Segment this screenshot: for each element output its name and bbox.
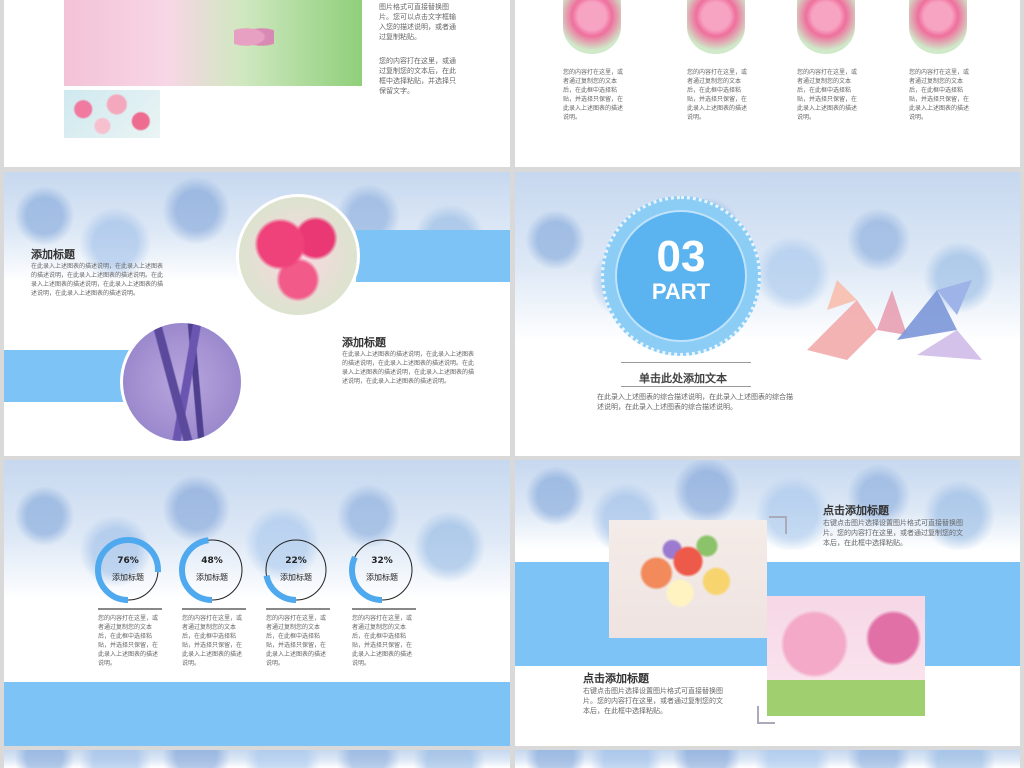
band-left [4, 350, 134, 402]
ring-percent: 48% [201, 556, 223, 566]
lavender-photo [120, 320, 244, 444]
subtitle-rule-top [621, 362, 751, 363]
peony-photo [236, 194, 360, 318]
floral-background [4, 750, 510, 768]
progress-ring-4 [349, 537, 415, 603]
ring-rule [182, 608, 246, 610]
slide-2[interactable]: 您的内容打在这里，或者通过复制您的文本后，在此框中选择粘贴，并选择只保留，在此录… [515, 0, 1020, 167]
butterfly-flower-photo [64, 0, 362, 86]
ring-description: 您的内容打在这里，或者通过复制您的文本后，在此框中选择粘贴，并选择只保留，在此录… [182, 615, 243, 667]
ring-description: 您的内容打在这里，或者通过复制您的文本后，在此框中选择粘贴，并选择只保留，在此录… [266, 615, 327, 667]
ring-rule [266, 608, 330, 610]
petal-image-2 [687, 0, 745, 54]
slide-8[interactable] [515, 750, 1020, 768]
butterfly-icon [234, 24, 274, 50]
ring-rule [352, 608, 416, 610]
petal-image-1 [563, 0, 621, 54]
body-1: 右键点击图片选择设置图片格式可直接替换图片。您的内容打在这里，或者通过复制您的文… [823, 519, 963, 547]
part-number: 03 [656, 232, 706, 281]
ring-label: 添加标题 [196, 573, 228, 582]
band-right [356, 230, 510, 282]
petal-image-3 [797, 0, 855, 54]
caption-1: 您的内容打在这里，或者通过复制您的文本后，在此框中选择粘贴，并选择只保留，在此录… [563, 69, 624, 121]
bouquet-photo [609, 520, 767, 638]
ring-percent: 22% [285, 556, 307, 566]
subtitle: 单击此处添加文本 [639, 372, 727, 385]
floral-background [515, 750, 1020, 768]
body-2: 在此录入上述图表的描述说明，在此录入上述图表的描述说明，在此录入上述图表的描述说… [342, 351, 475, 385]
floral-background [4, 460, 510, 600]
slide-6[interactable]: 点击添加标题 右键点击图片选择设置图片格式可直接替换图片。您的内容打在这里，或者… [515, 460, 1020, 746]
caption-2: 您的内容打在这里，或者通过复制您的文本后，在此框中选择粘贴，并选择只保留，在此录… [687, 69, 748, 121]
bottom-band [4, 682, 510, 746]
ring-label: 添加标题 [112, 573, 144, 582]
part-label: PART [651, 279, 711, 304]
progress-ring-3 [263, 537, 329, 603]
slide-5[interactable]: 76% 添加标题您的内容打在这里，或者通过复制您的文本后，在此框中选择粘贴，并选择… [4, 460, 510, 746]
ring-rule [98, 608, 162, 610]
title-1: 点击添加标题 [823, 504, 889, 517]
body-1: 在此录入上述图表的描述说明，在此录入上述图表的描述说明，在此录入上述图表的描述说… [31, 263, 164, 297]
bracket-top-right [769, 516, 787, 534]
caption-4: 您的内容打在这里，或者通过复制您的文本后，在此框中选择粘贴，并选择只保留，在此录… [909, 69, 970, 121]
slide-4[interactable]: 03 PART 单击此处添加文本 在此录入上述图表的综合描述说明，在此录入上述图… [515, 172, 1020, 456]
title-2: 添加标题 [342, 336, 386, 349]
ring-percent: 32% [371, 556, 393, 566]
body-2: 右键点击图片选择设置图片格式可直接替换图片。您的内容打在这里，或者通过复制您的文… [583, 687, 723, 715]
blossom-tree-photo [767, 596, 925, 716]
title-2: 点击添加标题 [583, 672, 649, 685]
ring-description: 您的内容打在这里，或者通过复制您的文本后，在此框中选择粘贴，并选择只保留，在此录… [98, 615, 159, 667]
flowers-thumbnail [64, 90, 160, 138]
title-1: 添加标题 [31, 248, 75, 261]
ring-percent: 76% [117, 556, 139, 566]
slide1-text-1: 图片格式可直接替换图片。您可以点击文字框输入您的描述说明，或者通过复制粘贴。 [379, 3, 456, 41]
slide-7[interactable] [4, 750, 510, 768]
progress-ring-2 [179, 537, 245, 603]
petal-image-4 [909, 0, 967, 54]
paper-cranes-illustration [797, 260, 987, 370]
section-body: 在此录入上述图表的综合描述说明，在此录入上述图表的综合描述说明，在此录入上述图表… [597, 393, 793, 411]
caption-3: 您的内容打在这里，或者通过复制您的文本后，在此框中选择粘贴，并选择只保留，在此录… [797, 69, 858, 121]
slide1-text-2: 您的内容打在这里，或通过复制您的文本后，在此框中选择粘贴，并选择只保留文字。 [379, 57, 456, 95]
slide-3[interactable]: 添加标题 在此录入上述图表的描述说明，在此录入上述图表的描述说明，在此录入上述图… [4, 172, 510, 456]
ring-label: 添加标题 [280, 573, 312, 582]
subtitle-rule-bottom [621, 386, 751, 387]
ring-label: 添加标题 [366, 573, 398, 582]
progress-ring-1 [95, 537, 161, 603]
ring-description: 您的内容打在这里，或者通过复制您的文本后，在此框中选择粘贴，并选择只保留，在此录… [352, 615, 413, 667]
slide-1[interactable]: 图片格式可直接替换图片。您可以点击文字框输入您的描述说明，或者通过复制粘贴。 您… [4, 0, 510, 167]
